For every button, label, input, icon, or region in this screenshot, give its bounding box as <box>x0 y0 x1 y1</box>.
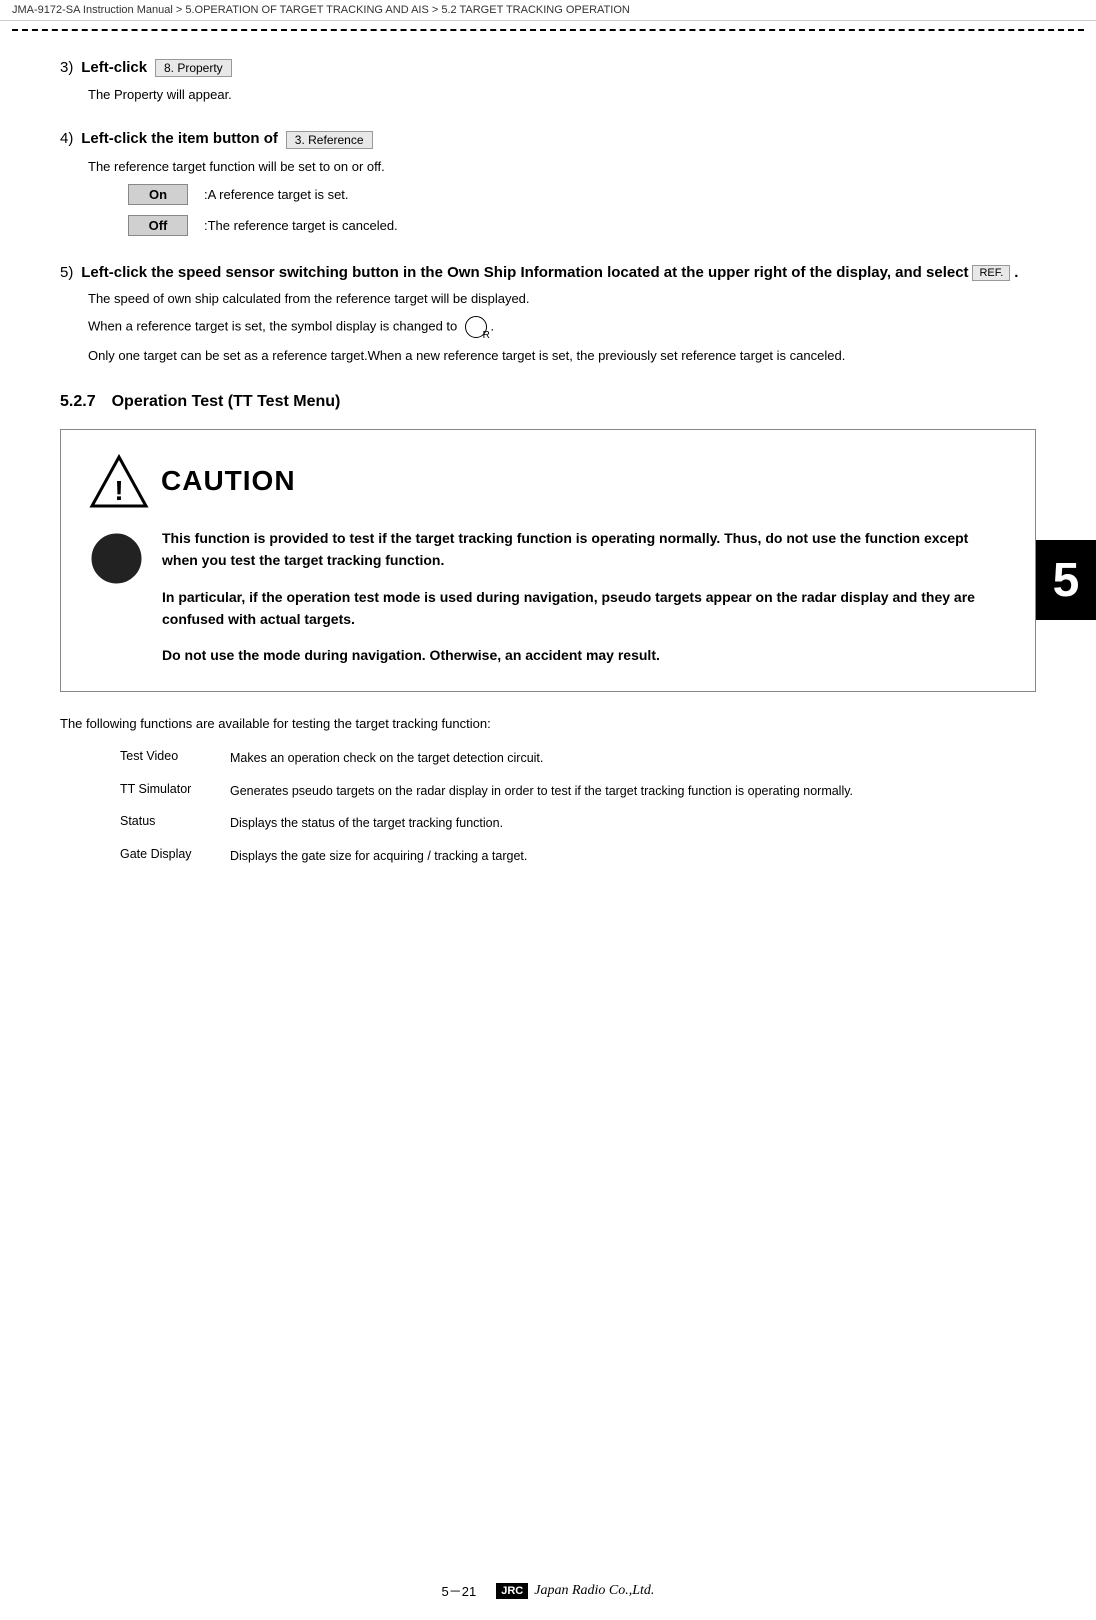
function-name: Gate Display <box>120 847 230 866</box>
jrc-name: Japan Radio Co.,Ltd. <box>534 1583 654 1599</box>
function-desc: Displays the gate size for acquiring / t… <box>230 847 527 866</box>
step-4-desc: The reference target function will be se… <box>88 159 1036 174</box>
function-name: Status <box>120 814 230 833</box>
step-4-action: Left-click the item button of <box>81 130 278 147</box>
function-table: Test VideoMakes an operation check on th… <box>120 749 1036 866</box>
reference-target-symbol: R <box>465 316 487 338</box>
section-527-title: Operation Test (TT Test Menu) <box>112 393 341 411</box>
off-desc: :The reference target is canceled. <box>204 218 398 233</box>
step-4-body: The reference target function will be se… <box>88 159 1036 236</box>
page-wrapper: JMA-9172-SA Instruction Manual > 5.OPERA… <box>0 0 1096 1620</box>
step-3-body: The Property will appear. <box>88 87 1036 102</box>
caution-triangle-icon: ! <box>89 454 149 509</box>
step-5-number: 5) <box>60 264 73 281</box>
no-symbol-icon <box>89 531 144 586</box>
following-text: The following functions are available fo… <box>60 716 1036 731</box>
step-5-body: The speed of own ship calculated from th… <box>88 291 1036 363</box>
step-5-action-end: . <box>1014 264 1018 281</box>
function-desc: Generates pseudo targets on the radar di… <box>230 782 853 801</box>
function-desc: Makes an operation check on the target d… <box>230 749 543 768</box>
page-number: 5－21 <box>442 1581 477 1600</box>
function-desc: Displays the status of the target tracki… <box>230 814 503 833</box>
svg-text:!: ! <box>114 475 123 506</box>
off-row: Off :The reference target is canceled. <box>128 215 1036 236</box>
caution-header: ! CAUTION <box>89 454 1007 509</box>
dashed-divider <box>12 29 1084 31</box>
function-name: TT Simulator <box>120 782 230 801</box>
section-527-number: 5.2.7 <box>60 393 96 411</box>
caution-body: This function is provided to test if the… <box>89 527 1007 667</box>
step-5-desc3: Only one target can be set as a referenc… <box>88 348 1036 363</box>
step-5-desc1: The speed of own ship calculated from th… <box>88 291 1036 306</box>
property-button[interactable]: 8. Property <box>155 59 232 77</box>
caution-box: ! CAUTION This function is provided to t… <box>60 429 1036 692</box>
function-row: Test VideoMakes an operation check on th… <box>120 749 1036 768</box>
chapter-badge: 5 <box>1036 540 1096 620</box>
caution-title: CAUTION <box>161 465 296 497</box>
step-4-number: 4) <box>60 130 73 147</box>
section-527-heading: 5.2.7 Operation Test (TT Test Menu) <box>60 393 1036 411</box>
step-3-number: 3) <box>60 59 73 76</box>
jrc-logo: JRC Japan Radio Co.,Ltd. <box>496 1583 654 1599</box>
caution-para2: In particular, if the operation test mod… <box>162 586 1007 631</box>
step-4: 4) Left-click the item button of 3. Refe… <box>60 130 1036 235</box>
step-5-action: Left-click the speed sensor switching bu… <box>81 264 968 281</box>
caution-text: This function is provided to test if the… <box>162 527 1007 667</box>
step-3: 3) Left-click 8. Property The Property w… <box>60 59 1036 102</box>
step-3-desc: The Property will appear. <box>88 87 1036 102</box>
function-row: Gate DisplayDisplays the gate size for a… <box>120 847 1036 866</box>
function-row: TT SimulatorGenerates pseudo targets on … <box>120 782 1036 801</box>
step-3-action: Left-click <box>81 59 147 76</box>
on-button[interactable]: On <box>128 184 188 205</box>
main-content: 3) Left-click 8. Property The Property w… <box>0 39 1096 900</box>
step-5: 5) Left-click the speed sensor switching… <box>60 264 1036 363</box>
on-off-table: On :A reference target is set. Off :The … <box>128 184 1036 236</box>
caution-para3: Do not use the mode during navigation. O… <box>162 644 1007 666</box>
function-name: Test Video <box>120 749 230 768</box>
breadcrumb: JMA-9172-SA Instruction Manual > 5.OPERA… <box>0 0 1096 21</box>
on-row: On :A reference target is set. <box>128 184 1036 205</box>
step-5-desc2: When a reference target is set, the symb… <box>88 316 1036 338</box>
caution-para1: This function is provided to test if the… <box>162 527 1007 572</box>
off-button[interactable]: Off <box>128 215 188 236</box>
function-row: StatusDisplays the status of the target … <box>120 814 1036 833</box>
jrc-box: JRC <box>496 1583 528 1599</box>
reference-button[interactable]: 3. Reference <box>286 131 373 149</box>
ref-badge[interactable]: REF. <box>972 265 1010 281</box>
footer: 5－21 JRC Japan Radio Co.,Ltd. <box>0 1581 1096 1600</box>
on-desc: :A reference target is set. <box>204 187 349 202</box>
